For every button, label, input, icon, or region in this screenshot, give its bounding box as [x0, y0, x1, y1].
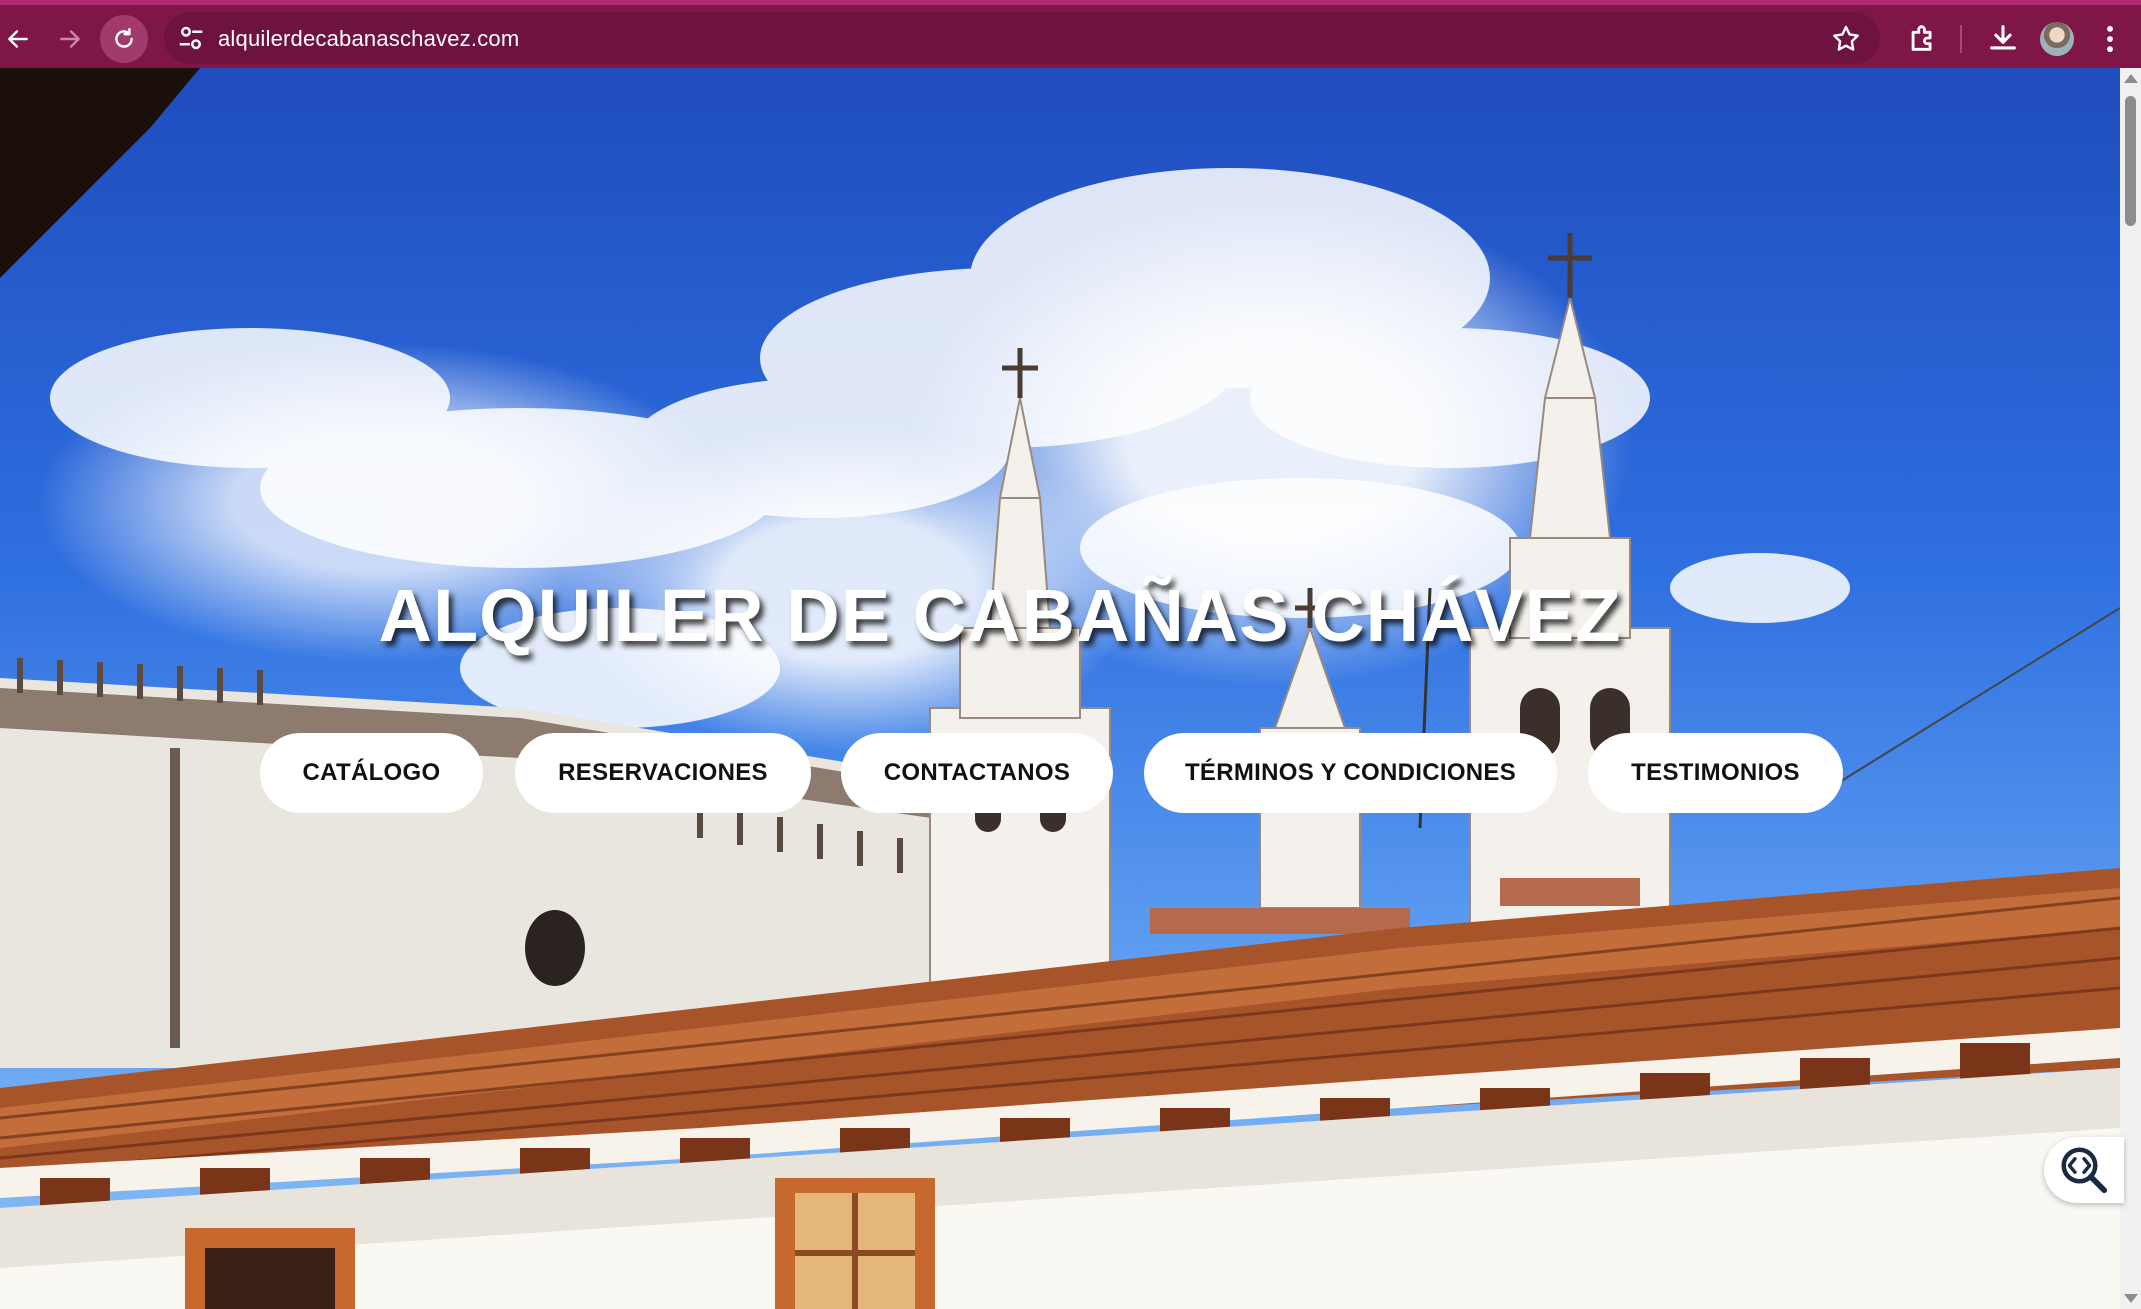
code-search-icon	[2061, 1147, 2108, 1194]
nav-contactanos-button[interactable]: CONTACTANOS	[841, 733, 1113, 813]
site-settings-icon[interactable]	[176, 23, 206, 53]
forward-button[interactable]	[46, 15, 94, 63]
bookmark-star-icon[interactable]	[1830, 23, 1862, 55]
toolbar-separator	[1960, 25, 1962, 53]
url-text[interactable]: alquilerdecabanaschavez.com	[218, 13, 519, 65]
back-button[interactable]	[0, 15, 42, 63]
kebab-menu-icon[interactable]	[2096, 21, 2124, 57]
floating-tool-button[interactable]	[2044, 1137, 2124, 1203]
hero-background-image	[0, 68, 2120, 1309]
scroll-up-arrow-icon[interactable]	[2124, 74, 2138, 83]
profile-avatar[interactable]	[2040, 22, 2074, 56]
reload-icon	[115, 28, 133, 48]
extensions-icon[interactable]	[1906, 21, 1940, 55]
nav-catalogo-button[interactable]: CATÁLOGO	[260, 733, 483, 813]
downloads-icon[interactable]	[1986, 21, 2020, 55]
forward-arrow-icon	[60, 30, 80, 48]
nav-testimonios-button[interactable]: TESTIMONIOS	[1588, 733, 1843, 813]
vertical-scrollbar[interactable]	[2120, 68, 2141, 1309]
page-viewport: ALQUILER DE CABAÑAS CHÁVEZ CATÁLOGO RESE…	[0, 68, 2120, 1309]
browser-toolbar: alquilerdecabanaschavez.com	[0, 0, 2141, 68]
nav-terminos-button[interactable]: TÉRMINOS Y CONDICIONES	[1144, 733, 1557, 813]
scroll-down-arrow-icon[interactable]	[2124, 1294, 2138, 1303]
reload-button[interactable]	[100, 15, 148, 63]
hero-title: ALQUILER DE CABAÑAS CHÁVEZ	[378, 574, 1622, 657]
scrollbar-thumb[interactable]	[2125, 96, 2136, 226]
nav-reservaciones-button[interactable]: RESERVACIONES	[515, 733, 811, 813]
back-arrow-icon	[8, 30, 28, 48]
